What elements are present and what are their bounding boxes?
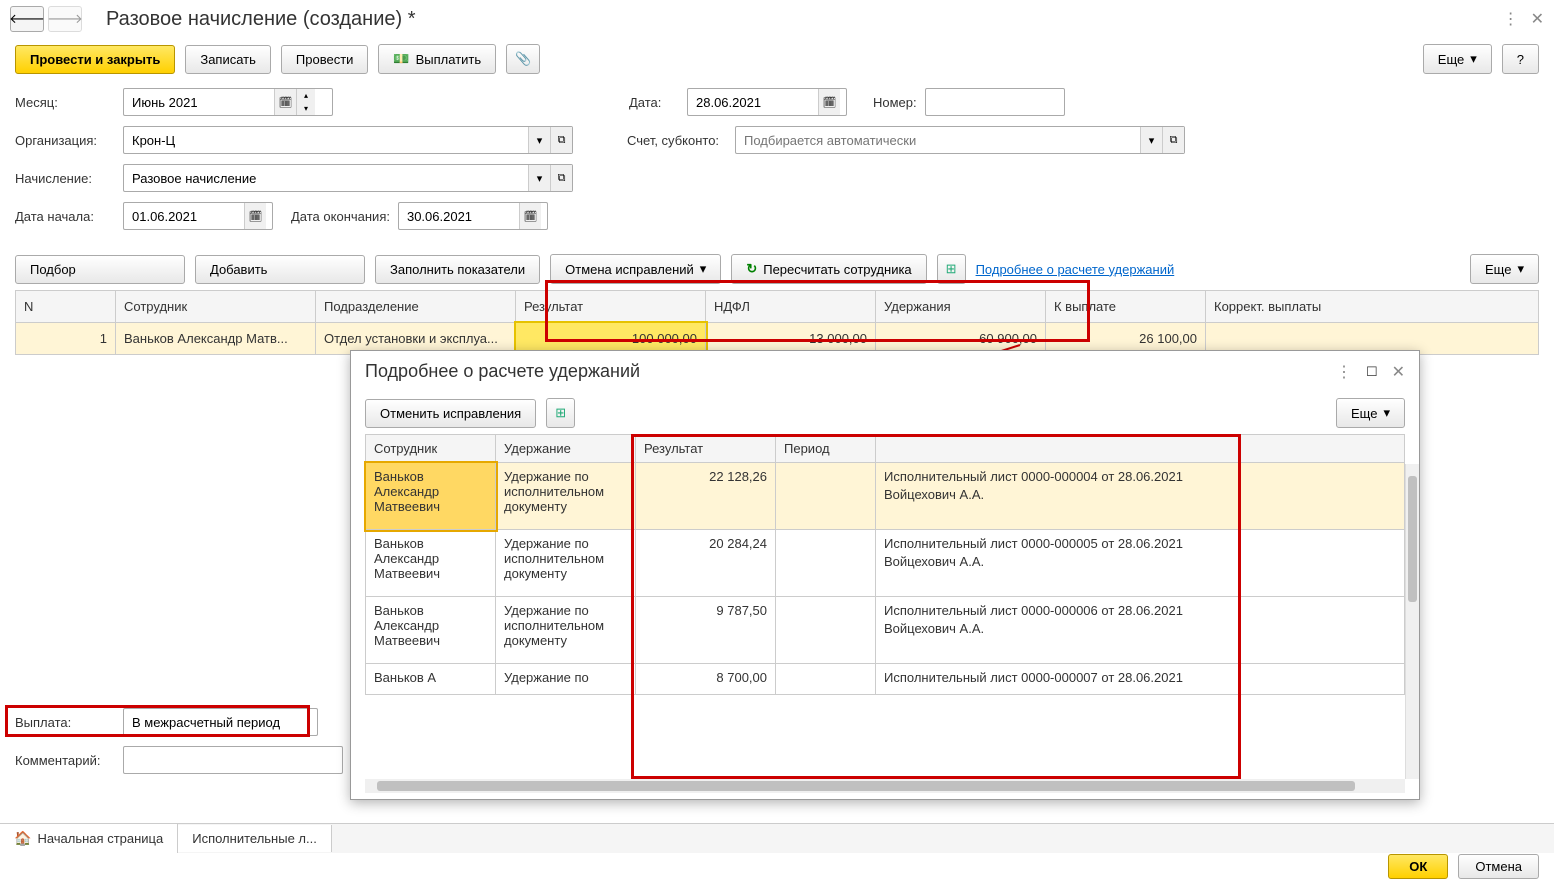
popup-title: Подробнее о расчете удержаний (365, 361, 1336, 382)
tab-home[interactable]: 🏠Начальная страница (0, 824, 178, 853)
date-label: Дата: (629, 95, 679, 110)
cash-icon: 💵 (393, 51, 409, 67)
attach-button[interactable]: 📎 (506, 44, 540, 74)
dropdown-icon[interactable]: ▾ (528, 127, 550, 153)
columns-icon: ⊞ (946, 261, 957, 277)
cancel-fix-button[interactable]: Отмена исправлений ▾ (550, 254, 721, 284)
calendar-icon[interactable]: 🗓 (818, 89, 840, 115)
post-close-button[interactable]: Провести и закрыть (15, 45, 175, 74)
org-input[interactable] (124, 129, 528, 152)
kebab-icon[interactable]: ⋮ (1503, 9, 1519, 29)
main-table: N Сотрудник Подразделение Результат НДФЛ… (15, 290, 1539, 355)
detail-popup: Подробнее о расчете удержаний ⋮ ☐ ✕ Отме… (350, 350, 1420, 800)
recalc-button[interactable]: ↻ Пересчитать сотрудника (731, 254, 926, 284)
tab-exec[interactable]: Исполнительные л... (178, 825, 332, 852)
start-input[interactable] (124, 205, 244, 228)
col-employee[interactable]: Сотрудник (116, 291, 316, 323)
account-label: Счет, субконто: (627, 133, 727, 148)
page-title: Разовое начисление (создание) * (106, 8, 1503, 31)
home-icon: 🏠 (14, 830, 31, 847)
calendar-icon[interactable]: 🗓 (519, 203, 541, 229)
start-label: Дата начала: (15, 209, 115, 224)
col-payout[interactable]: К выплате (1046, 291, 1206, 323)
refresh-icon: ↻ (746, 261, 757, 277)
detail-row[interactable]: Ваньков Александр Матвеевич Удержание по… (366, 597, 1405, 664)
open-icon[interactable]: ⧉ (550, 165, 572, 191)
pay-button[interactable]: 💵Выплатить (378, 44, 496, 74)
calendar-icon[interactable]: 🗓 (244, 203, 266, 229)
open-icon[interactable]: ⧉ (1162, 127, 1184, 153)
accrual-input[interactable] (124, 167, 528, 190)
calendar-icon[interactable]: 🗓 (274, 89, 296, 115)
dropdown-icon[interactable]: ▾ (528, 165, 550, 191)
columns-button[interactable]: ⊞ (937, 254, 966, 284)
detail-link[interactable]: Подробнее о расчете удержаний (976, 262, 1175, 277)
col-deduction[interactable]: Удержания (876, 291, 1046, 323)
dcol-deduction[interactable]: Удержание (496, 435, 636, 463)
dcol-period[interactable]: Период (776, 435, 876, 463)
col-result[interactable]: Результат (516, 291, 706, 323)
end-label: Дата окончания: (291, 209, 390, 224)
more-button-2[interactable]: Еще ▾ (1470, 254, 1539, 284)
chevron-down-icon: ▾ (700, 261, 707, 277)
chevron-down-icon: ▾ (1383, 405, 1390, 421)
month-input[interactable] (124, 91, 274, 114)
chevron-down-icon: ▾ (1517, 261, 1524, 277)
save-button[interactable]: Записать (185, 45, 271, 74)
popup-cancel-fix-button[interactable]: Отменить исправления (365, 399, 536, 428)
dropdown-icon[interactable]: ▾ (1140, 127, 1162, 153)
account-input[interactable] (736, 129, 1140, 152)
select-button[interactable]: Подбор (15, 255, 185, 284)
cancel-button[interactable]: Отмена (1458, 854, 1539, 879)
number-label: Номер: (873, 95, 917, 110)
post-button[interactable]: Провести (281, 45, 369, 74)
dcol-desc[interactable] (876, 435, 1405, 463)
back-button[interactable]: 🡐 (10, 6, 44, 32)
fill-button[interactable]: Заполнить показатели (375, 255, 540, 284)
payout-label: Выплата: (15, 715, 115, 730)
help-button[interactable]: ? (1502, 44, 1539, 74)
add-button[interactable]: Добавить (195, 255, 365, 284)
more-button[interactable]: Еще ▾ (1423, 44, 1492, 74)
month-label: Месяц: (15, 95, 115, 110)
month-up[interactable]: ▴ (297, 89, 315, 102)
dcol-result[interactable]: Результат (636, 435, 776, 463)
accrual-label: Начисление: (15, 171, 115, 186)
col-n[interactable]: N (16, 291, 116, 323)
detail-row[interactable]: Ваньков Александр Матвеевич Удержание по… (366, 530, 1405, 597)
org-label: Организация: (15, 133, 115, 148)
month-down[interactable]: ▾ (297, 102, 315, 115)
detail-row[interactable]: Ваньков Александр Матвеевич Удержание по… (366, 463, 1405, 530)
scrollbar-v[interactable] (1405, 464, 1419, 779)
scrollbar-h[interactable] (365, 779, 1405, 793)
popup-columns-button[interactable]: ⊞ (546, 398, 575, 428)
popup-more-button[interactable]: Еще ▾ (1336, 398, 1405, 428)
maximize-icon[interactable]: ☐ (1366, 364, 1378, 380)
close-icon[interactable]: ✕ (1392, 362, 1405, 382)
close-icon[interactable]: ✕ (1531, 9, 1544, 29)
payout-input[interactable] (124, 711, 309, 734)
tabs-bar: 🏠Начальная страница Исполнительные л... (0, 823, 1554, 853)
col-dept[interactable]: Подразделение (316, 291, 516, 323)
detail-table: Сотрудник Удержание Результат Период Ван… (365, 434, 1405, 695)
col-ndfl[interactable]: НДФЛ (706, 291, 876, 323)
paperclip-icon: 📎 (515, 51, 531, 67)
end-input[interactable] (399, 205, 519, 228)
columns-icon: ⊞ (555, 405, 566, 421)
comment-label: Комментарий: (15, 753, 115, 768)
ok-button[interactable]: ОК (1388, 854, 1448, 879)
kebab-icon[interactable]: ⋮ (1336, 362, 1352, 382)
dcol-employee[interactable]: Сотрудник (366, 435, 496, 463)
date-input[interactable] (688, 91, 818, 114)
comment-input[interactable] (124, 749, 334, 772)
col-correct[interactable]: Коррект. выплаты (1206, 291, 1539, 323)
number-input[interactable] (926, 91, 1056, 114)
fwd-button[interactable]: 🡒 (48, 6, 82, 32)
open-icon[interactable]: ⧉ (550, 127, 572, 153)
chevron-down-icon: ▾ (1470, 51, 1477, 67)
detail-row[interactable]: Ваньков А Удержание по 8 700,00 Исполнит… (366, 664, 1405, 695)
